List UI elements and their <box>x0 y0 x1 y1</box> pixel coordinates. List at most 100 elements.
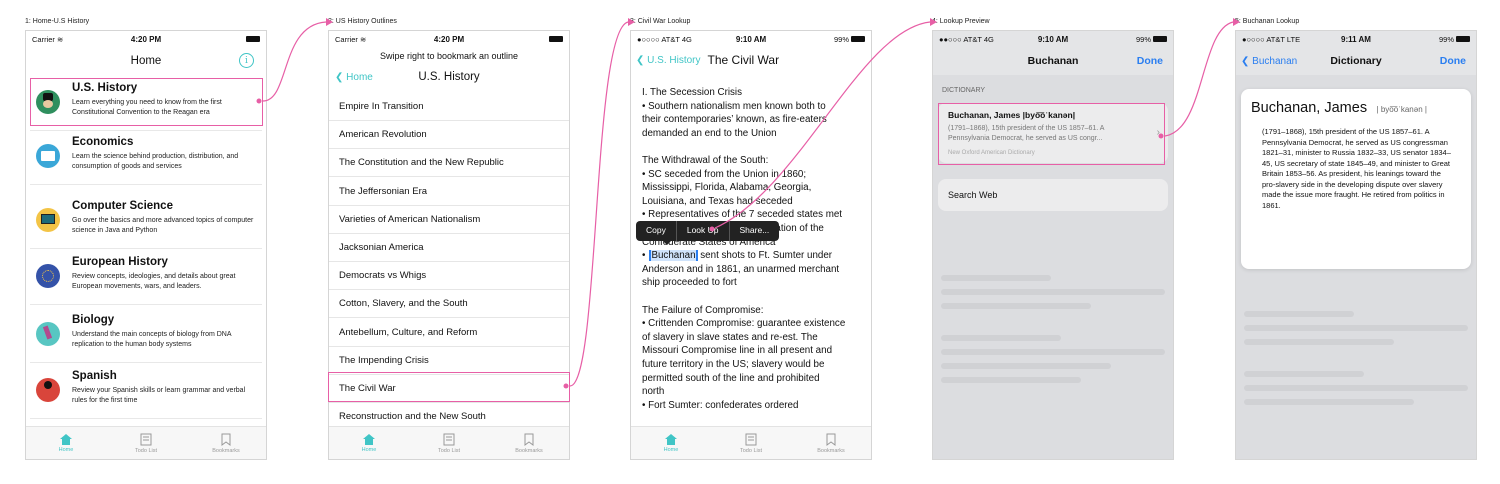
todo-list-icon <box>745 433 756 445</box>
back-button[interactable]: ❮ U.S. History <box>636 55 701 66</box>
home-icon <box>60 433 72 445</box>
tab-bookmarks[interactable]: Bookmarks <box>791 427 871 459</box>
course-biology[interactable]: Biology Understand the main concepts of … <box>30 311 262 363</box>
battery-percent: 99% <box>1438 34 1454 44</box>
tab-label: Home <box>58 446 74 453</box>
text-line: • Fort Sumter: confederates ordered <box>642 399 799 411</box>
tab-label: Home <box>361 446 377 453</box>
text-line: their contemporaries’ known, as fire-eat… <box>642 114 827 126</box>
caption-2: 2: US History Outlines <box>328 18 397 25</box>
tab-label: Todo List <box>134 447 157 454</box>
text-line: demanded an end to the Union <box>642 127 777 139</box>
back-button[interactable]: ❮ Home <box>335 72 373 83</box>
search-web-button[interactable]: Search Web <box>938 179 1168 211</box>
tab-bar: Home Todo List Bookmarks <box>631 426 871 459</box>
outline-row[interactable]: Varieties of American Nationalism <box>329 206 569 234</box>
chevron-left-icon: ❮ <box>1241 55 1250 67</box>
carrier-label: ●○○○○ AT&T 4G <box>637 34 692 44</box>
share-menu-item[interactable]: Share... <box>730 221 780 241</box>
tab-todo[interactable]: Todo List <box>106 427 186 459</box>
outline-row[interactable]: Antebellum, Culture, and Reform <box>329 319 569 347</box>
outline-row[interactable]: Empire In Transition <box>329 93 569 121</box>
flow-arrow-2 <box>569 21 629 387</box>
text-line: Louisiana, and Texas had seceded <box>642 195 793 207</box>
tab-todo[interactable]: Todo List <box>409 427 489 459</box>
tab-home[interactable]: Home <box>631 427 711 459</box>
pronunciation: | byo͞oˈkanən | <box>1376 105 1427 114</box>
course-title: Computer Science <box>72 200 173 212</box>
headword-row: Buchanan, James | byo͞oˈkanən | <box>1251 99 1427 117</box>
page-title: Dictionary <box>1330 55 1382 67</box>
back-label: U.S. History <box>647 54 701 66</box>
course-economics[interactable]: Economics Learn the science behind produ… <box>30 133 262 185</box>
course-desc: Go over the basics and more advanced top… <box>72 217 254 234</box>
tab-home[interactable]: Home <box>329 427 409 459</box>
caption-5: 5: Buchanan Lookup <box>1235 18 1300 25</box>
carrier-label: Carrier <box>335 34 358 44</box>
back-label: Home <box>346 71 373 83</box>
status-bar: Carrier ≋ 4:20 PM <box>26 31 266 47</box>
status-bar: ●●○○○ AT&T 4G 9:10 AM 99% <box>933 31 1173 47</box>
outline-row[interactable]: Cotton, Slavery, and the South <box>329 290 569 319</box>
text-line: north <box>642 386 665 398</box>
back-button[interactable]: ❮ Buchanan <box>1241 56 1297 67</box>
nav-bar: ❮ Home U.S. History <box>329 66 569 88</box>
bookmark-icon <box>524 433 534 446</box>
outline-row[interactable]: The Jeffersonian Era <box>329 178 569 206</box>
course-spanish[interactable]: Spanish Review your Spanish skills or le… <box>30 367 262 419</box>
screen-lookup-preview: ●●○○○ AT&T 4G 9:10 AM 99% Buchanan Done … <box>932 30 1174 460</box>
tab-todo[interactable]: Todo List <box>711 427 791 459</box>
menu-pointer <box>662 240 672 245</box>
screen-dictionary: ●○○○○ AT&T LTE 9:11 AM 99% ❮ Buchanan Di… <box>1235 30 1477 460</box>
wifi-icon: ≋ <box>57 34 64 44</box>
done-button[interactable]: Done <box>1137 55 1163 67</box>
course-title: European History <box>72 256 168 268</box>
nav-bar: ❮ U.S. History The Civil War <box>631 47 871 73</box>
tab-label: Home <box>663 446 679 453</box>
outline-row[interactable]: American Revolution <box>329 121 569 150</box>
selected-word[interactable]: Buchanan <box>649 250 698 262</box>
screen-civil-war: ●○○○○ AT&T 4G 9:10 AM 99% ❮ U.S. History… <box>630 30 872 460</box>
bookmark-icon <box>221 433 231 446</box>
text-line: • Crittenden Compromise: guarantee exist… <box>642 318 846 330</box>
nav-bar: Buchanan Done <box>933 47 1173 75</box>
clock: 9:11 AM <box>1341 34 1371 44</box>
status-bar: ●○○○○ AT&T 4G 9:10 AM 99% <box>631 31 871 47</box>
flow-arrow-1 <box>262 21 327 102</box>
course-european-history[interactable]: European History Review concepts, ideolo… <box>30 253 262 305</box>
chevron-left-icon: ❮ <box>335 71 344 83</box>
text-line: future territory in the US; slavery woul… <box>642 359 825 370</box>
done-button[interactable]: Done <box>1440 55 1466 67</box>
flow-stage: 1: Home-U.S History 2: US History Outlin… <box>0 0 1500 484</box>
outline-row[interactable]: Jacksonian America <box>329 234 569 262</box>
text-line: Mississippi, Florida, Alabama, Georgia, <box>642 182 812 194</box>
status-bar: Carrier ≋ 4:20 PM <box>329 31 569 47</box>
bookmark-icon <box>826 433 836 446</box>
outline-row[interactable]: The Constitution and the New Republic <box>329 149 569 178</box>
text-line: The Withdrawal of the South: <box>642 155 769 166</box>
tab-label: Todo List <box>437 447 460 454</box>
edit-menu: Copy Look Up Share... <box>636 221 780 241</box>
text-line: ship proceeded to fort <box>642 277 737 289</box>
text-line: The Failure of Compromise: <box>642 304 764 316</box>
outline-row[interactable]: The Impending Crisis <box>329 347 569 375</box>
info-icon[interactable]: i <box>239 53 254 68</box>
copy-menu-item[interactable]: Copy <box>636 221 677 241</box>
nav-bar: ❮ Buchanan Dictionary Done <box>1236 47 1476 75</box>
clock: 9:10 AM <box>1037 34 1069 44</box>
status-bar: ●○○○○ AT&T LTE 9:11 AM 99% <box>1236 31 1476 47</box>
home-icon <box>665 433 677 445</box>
tab-bookmarks[interactable]: Bookmarks <box>489 427 569 459</box>
page-title: The Civil War <box>707 53 780 67</box>
microscope-icon <box>36 322 60 346</box>
carrier-label: ●○○○○ AT&T LTE <box>1242 34 1301 44</box>
outline-row[interactable]: Democrats vs Whigs <box>329 262 569 291</box>
course-computer-science[interactable]: Computer Science Go over the basics and … <box>30 197 262 249</box>
battery-icon <box>1153 36 1168 42</box>
lookup-menu-item[interactable]: Look Up <box>677 221 730 241</box>
tab-home[interactable]: Home <box>26 427 106 459</box>
course-desc: Review your Spanish skills or learn gram… <box>72 387 246 404</box>
tab-label: Bookmarks <box>515 447 543 454</box>
tab-bookmarks[interactable]: Bookmarks <box>186 427 266 459</box>
course-title: Biology <box>72 314 115 326</box>
